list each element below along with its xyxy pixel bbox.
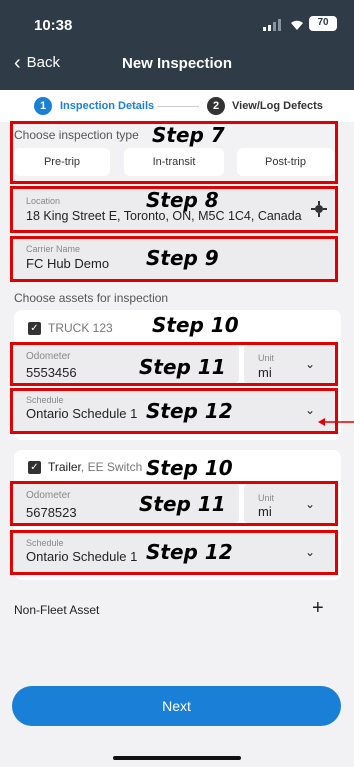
step-1-label[interactable]: Inspection Details xyxy=(60,100,154,112)
chevron-left-icon: ‹ xyxy=(14,51,21,74)
inspection-type-label: Choose inspection type xyxy=(14,128,139,142)
truck-checkbox[interactable]: ✓ xyxy=(28,322,41,335)
chevron-down-icon: ⌄ xyxy=(305,357,316,371)
chevron-down-icon: ⌄ xyxy=(305,403,316,417)
inspection-type-in-transit[interactable]: In-transit xyxy=(124,148,224,176)
truck-name: TRUCK 123 xyxy=(48,321,113,335)
wifi-icon xyxy=(291,20,303,30)
trailer-schedule-label: Schedule xyxy=(26,538,64,548)
annotation-step11-trailer: Step 11 xyxy=(139,492,226,516)
step-2-indicator: 2 xyxy=(207,97,225,115)
non-fleet-asset-label: Non-Fleet Asset xyxy=(14,603,100,617)
chevron-down-icon: ⌄ xyxy=(305,497,316,511)
battery-icon: 70 xyxy=(309,16,337,31)
location-label: Location xyxy=(26,196,61,206)
truck-schedule-label: Schedule xyxy=(26,395,64,405)
inspection-type-post-trip[interactable]: Post-trip xyxy=(237,148,334,176)
next-button[interactable]: Next xyxy=(12,686,341,726)
trailer-name-rest: , EE Switch xyxy=(80,460,143,474)
add-non-fleet-asset-button[interactable]: + xyxy=(312,597,324,620)
trailer-name-bold: Trailer xyxy=(48,460,81,474)
trailer-odometer-label: Odometer xyxy=(26,490,71,501)
trailer-odometer-value: 5678523 xyxy=(26,505,77,520)
carrier-name-value: FC Hub Demo xyxy=(26,256,110,271)
home-indicator xyxy=(113,756,241,760)
annotation-step9: Step 9 xyxy=(146,246,219,270)
truck-odometer-label: Odometer xyxy=(26,351,71,362)
cellular-signal-icon xyxy=(263,19,281,31)
back-button[interactable]: ‹ Back xyxy=(14,51,61,74)
inspection-type-pre-trip[interactable]: Pre-trip xyxy=(14,148,110,176)
annotation-step12-trailer: Step 12 xyxy=(146,540,233,564)
stepper-divider xyxy=(157,106,199,107)
header-bar xyxy=(0,0,354,90)
chevron-down-icon: ⌄ xyxy=(305,545,316,559)
locate-icon[interactable] xyxy=(311,201,327,217)
status-time: 10:38 xyxy=(34,17,73,34)
annotation-step8: Step 8 xyxy=(146,188,219,212)
truck-odometer-value: 5553456 xyxy=(26,365,77,380)
carrier-name-label: Carrier Name xyxy=(26,244,81,254)
trailer-unit-value: mi xyxy=(258,504,272,519)
trailer-name: Trailer, EE Switch xyxy=(48,460,142,474)
annotation-step12-truck: Step 12 xyxy=(146,399,233,423)
truck-schedule-value: Ontario Schedule 1 xyxy=(26,406,138,421)
trailer-unit-label: Unit xyxy=(258,493,275,503)
step-2-label[interactable]: View/Log Defects xyxy=(232,100,323,112)
truck-unit-label: Unit xyxy=(258,353,275,363)
annotation-step10-truck: Step 10 xyxy=(152,313,239,337)
assets-label: Choose assets for inspection xyxy=(14,291,169,305)
back-label: Back xyxy=(26,54,61,71)
trailer-checkbox[interactable]: ✓ xyxy=(28,461,41,474)
truck-unit-value: mi xyxy=(258,365,272,380)
annotation-arrow-icon xyxy=(318,418,354,426)
annotation-step10-trailer: Step 10 xyxy=(146,456,233,480)
annotation-step7: Step 7 xyxy=(152,123,225,147)
step-1-indicator: 1 xyxy=(34,97,52,115)
annotation-step11-truck: Step 11 xyxy=(139,355,226,379)
trailer-schedule-value: Ontario Schedule 1 xyxy=(26,549,138,564)
